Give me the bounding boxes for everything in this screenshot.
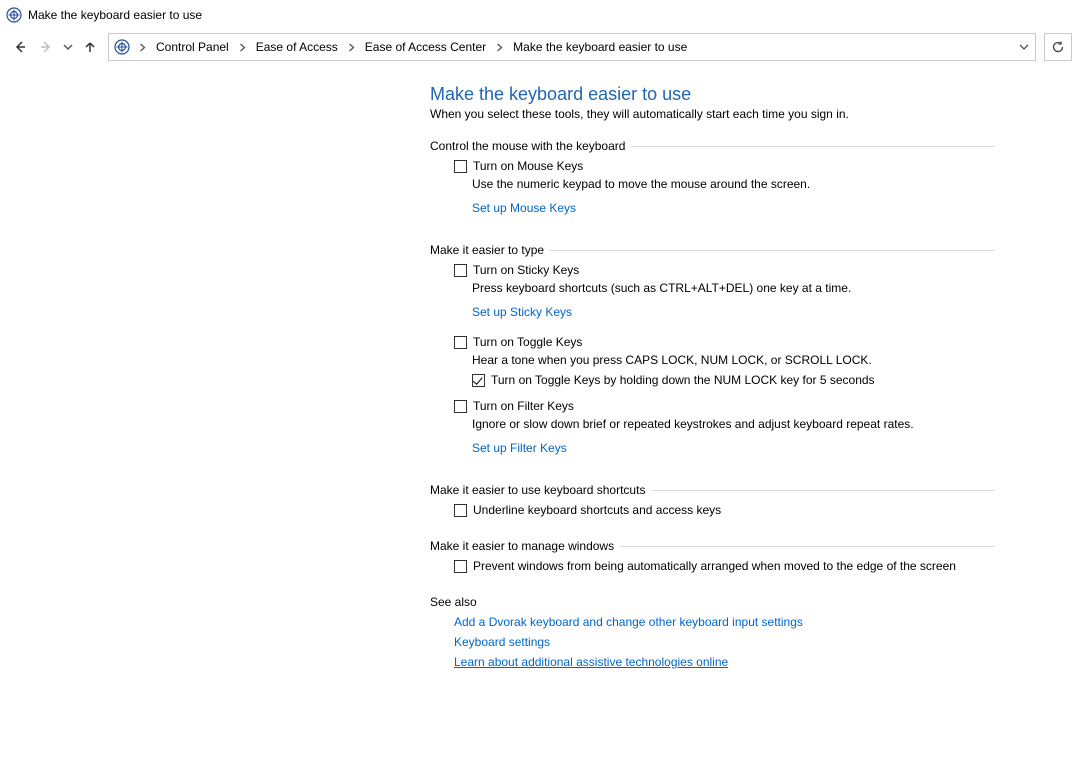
see-also: See also Add a Dvorak keyboard and chang…	[430, 595, 994, 669]
nav-bar: Control Panel Ease of Access Ease of Acc…	[0, 30, 1080, 64]
refresh-button[interactable]	[1044, 33, 1072, 61]
divider	[631, 146, 994, 147]
checkbox-toggle-keys[interactable]	[454, 336, 467, 349]
label-underline-shortcuts[interactable]: Underline keyboard shortcuts and access …	[473, 503, 721, 517]
group-mouse: Control the mouse with the keyboard Turn…	[430, 139, 994, 221]
breadcrumb-ease-of-access[interactable]: Ease of Access	[253, 40, 341, 54]
label-filter-keys[interactable]: Turn on Filter Keys	[473, 399, 574, 413]
address-bar[interactable]: Control Panel Ease of Access Ease of Acc…	[108, 33, 1036, 61]
link-dvorak[interactable]: Add a Dvorak keyboard and change other k…	[454, 615, 994, 629]
label-toggle-keys[interactable]: Turn on Toggle Keys	[473, 335, 582, 349]
chevron-right-icon[interactable]	[493, 43, 506, 52]
group-heading-mouse: Control the mouse with the keyboard	[430, 139, 631, 153]
chevron-right-icon[interactable]	[136, 43, 149, 52]
link-keyboard-settings[interactable]: Keyboard settings	[454, 635, 994, 649]
checkbox-prevent-arrange[interactable]	[454, 560, 467, 573]
see-also-heading: See also	[430, 595, 994, 609]
group-type: Make it easier to type Turn on Sticky Ke…	[430, 243, 994, 461]
checkbox-underline-shortcuts[interactable]	[454, 504, 467, 517]
label-toggle-keys-hold[interactable]: Turn on Toggle Keys by holding down the …	[491, 373, 875, 387]
link-setup-mouse-keys[interactable]: Set up Mouse Keys	[472, 201, 576, 215]
group-heading-windows: Make it easier to manage windows	[430, 539, 620, 553]
nav-recent-button[interactable]	[60, 33, 76, 61]
breadcrumb-control-panel[interactable]: Control Panel	[153, 40, 232, 54]
link-setup-filter-keys[interactable]: Set up Filter Keys	[472, 441, 567, 455]
checkbox-mouse-keys[interactable]	[454, 160, 467, 173]
desc-mouse-keys: Use the numeric keypad to move the mouse…	[472, 177, 994, 191]
content-area: Make the keyboard easier to use When you…	[0, 64, 1080, 669]
label-prevent-arrange[interactable]: Prevent windows from being automatically…	[473, 559, 956, 573]
nav-forward-button[interactable]	[34, 33, 58, 61]
desc-sticky-keys: Press keyboard shortcuts (such as CTRL+A…	[472, 281, 994, 295]
address-dropdown-button[interactable]	[1015, 42, 1033, 52]
group-heading-shortcuts: Make it easier to use keyboard shortcuts	[430, 483, 651, 497]
chevron-right-icon[interactable]	[236, 43, 249, 52]
breadcrumb-ease-of-access-center[interactable]: Ease of Access Center	[362, 40, 489, 54]
group-shortcuts: Make it easier to use keyboard shortcuts…	[430, 483, 994, 517]
ease-of-access-icon	[6, 7, 22, 23]
chevron-right-icon[interactable]	[345, 43, 358, 52]
group-windows: Make it easier to manage windows Prevent…	[430, 539, 994, 573]
link-setup-sticky-keys[interactable]: Set up Sticky Keys	[472, 305, 572, 319]
divider	[620, 546, 994, 547]
divider	[651, 490, 994, 491]
nav-back-button[interactable]	[8, 33, 32, 61]
group-heading-type: Make it easier to type	[430, 243, 550, 257]
titlebar: Make the keyboard easier to use	[0, 0, 1080, 30]
nav-up-button[interactable]	[78, 33, 102, 61]
window-title: Make the keyboard easier to use	[28, 8, 202, 22]
checkbox-toggle-keys-hold[interactable]	[472, 374, 485, 387]
desc-toggle-keys: Hear a tone when you press CAPS LOCK, NU…	[472, 353, 994, 367]
checkbox-sticky-keys[interactable]	[454, 264, 467, 277]
label-mouse-keys[interactable]: Turn on Mouse Keys	[473, 159, 583, 173]
page-subtitle: When you select these tools, they will a…	[430, 107, 1080, 121]
page-title: Make the keyboard easier to use	[430, 84, 1080, 105]
label-sticky-keys[interactable]: Turn on Sticky Keys	[473, 263, 579, 277]
checkbox-filter-keys[interactable]	[454, 400, 467, 413]
link-learn-assistive[interactable]: Learn about additional assistive technol…	[454, 655, 994, 669]
breadcrumb-current[interactable]: Make the keyboard easier to use	[510, 40, 690, 54]
control-panel-icon	[112, 37, 132, 57]
desc-filter-keys: Ignore or slow down brief or repeated ke…	[472, 417, 994, 431]
divider	[550, 250, 994, 251]
